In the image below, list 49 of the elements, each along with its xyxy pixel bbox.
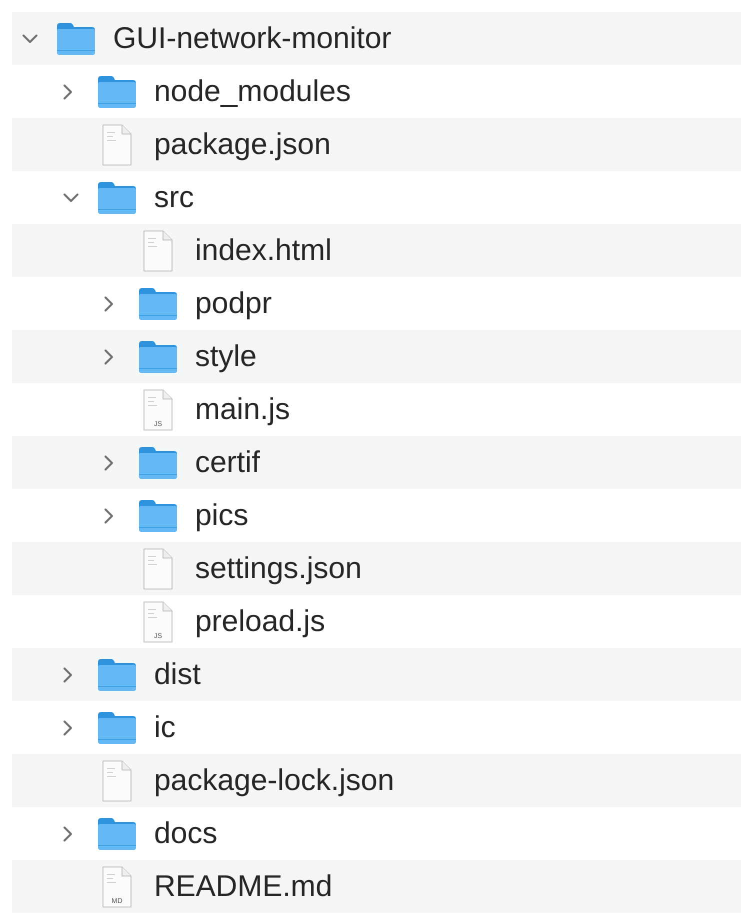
file-name: node_modules	[154, 74, 351, 108]
file-name: GUI-network-monitor	[113, 22, 392, 56]
list-row[interactable]: package-lock.json	[12, 754, 741, 807]
file-name: preload.js	[195, 604, 326, 638]
chevron-right-icon[interactable]	[104, 508, 114, 524]
file-name: podpr	[195, 286, 272, 320]
chevron-right-icon[interactable]	[63, 826, 73, 842]
folder-icon	[56, 22, 96, 56]
folder-icon	[138, 340, 178, 374]
folder-icon	[138, 286, 178, 320]
list-row[interactable]: index.html	[12, 224, 741, 277]
folder-icon	[97, 658, 137, 692]
file-name: README.md	[154, 870, 332, 904]
list-row[interactable]: GUI-network-monitor	[12, 12, 741, 65]
document-icon	[102, 760, 132, 802]
file-name: ic	[154, 710, 176, 744]
chevron-right-icon[interactable]	[104, 454, 114, 470]
file-name: pics	[195, 498, 248, 532]
file-name: package-lock.json	[154, 764, 394, 798]
list-row[interactable]: dist	[12, 648, 741, 701]
folder-icon	[97, 710, 137, 744]
folder-icon	[97, 816, 137, 850]
file-name: dist	[154, 658, 201, 692]
folder-icon	[138, 446, 178, 480]
chevron-right-icon[interactable]	[63, 84, 73, 100]
chevron-right-icon[interactable]	[104, 296, 114, 312]
file-name: package.json	[154, 128, 331, 162]
folder-icon	[138, 498, 178, 532]
file-name: style	[195, 340, 257, 374]
chevron-down-icon[interactable]	[63, 192, 79, 202]
list-row[interactable]: certif	[12, 436, 741, 489]
file-name: docs	[154, 816, 218, 850]
folder-icon	[97, 180, 137, 214]
chevron-down-icon[interactable]	[22, 34, 38, 44]
file-name: src	[154, 180, 194, 214]
chevron-right-icon[interactable]	[63, 720, 73, 736]
chevron-right-icon[interactable]	[104, 348, 114, 364]
file-name: certif	[195, 446, 260, 480]
list-row[interactable]: style	[12, 330, 741, 383]
document-icon	[143, 548, 173, 590]
file-name: settings.json	[195, 552, 362, 586]
document-icon	[102, 124, 132, 166]
file-name: main.js	[195, 392, 290, 426]
chevron-right-icon[interactable]	[63, 666, 73, 682]
folder-icon	[97, 74, 137, 108]
list-row[interactable]: package.json	[12, 118, 741, 171]
list-row[interactable]: settings.json	[12, 542, 741, 595]
file-name: index.html	[195, 234, 332, 268]
document-icon	[143, 230, 173, 272]
